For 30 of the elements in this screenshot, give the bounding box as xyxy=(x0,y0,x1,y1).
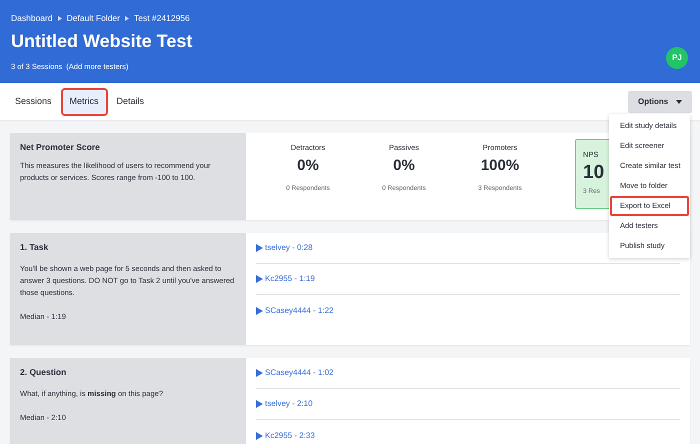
card-title: Net Promoter Score xyxy=(20,141,101,154)
session-link[interactable]: SCasey4444 - 1:02 xyxy=(256,367,334,379)
options-button[interactable]: Options xyxy=(628,90,692,112)
page-title: Untitled Website Test xyxy=(11,30,194,52)
stat-value: 10 xyxy=(583,161,604,186)
play-icon xyxy=(256,244,263,252)
breadcrumb-link[interactable]: Test #2412956 xyxy=(134,12,190,25)
play-icon xyxy=(256,400,263,408)
stat-value: 0% xyxy=(297,156,319,176)
tab[interactable]: Metrics xyxy=(62,90,106,114)
tab[interactable]: Details xyxy=(110,90,152,114)
card-title: 1. Task xyxy=(20,241,50,254)
card-title: 2. Question xyxy=(20,366,68,379)
session-link[interactable]: Kc2955 - 1:19 xyxy=(256,273,315,285)
play-icon xyxy=(256,432,263,440)
session-link[interactable]: tselvey - 2:10 xyxy=(256,398,313,410)
session-link[interactable]: Kc2955 - 2:33 xyxy=(256,430,315,442)
breadcrumb-link[interactable]: Default Folder xyxy=(66,12,120,25)
stat-value: 100% xyxy=(480,156,520,176)
session-link[interactable]: SCasey4444 - 1:22 xyxy=(256,304,334,316)
session-link[interactable]: tselvey - 0:28 xyxy=(256,242,313,254)
play-icon xyxy=(256,275,263,283)
caret-icon xyxy=(124,16,129,21)
caret-icon xyxy=(58,16,62,21)
play-icon xyxy=(256,306,263,314)
stat-value: 0% xyxy=(393,156,415,176)
play-icon xyxy=(256,369,263,377)
tab[interactable]: Sessions xyxy=(8,90,59,114)
breadcrumb-link[interactable]: Dashboard xyxy=(11,12,53,25)
caret-icon xyxy=(676,100,682,104)
